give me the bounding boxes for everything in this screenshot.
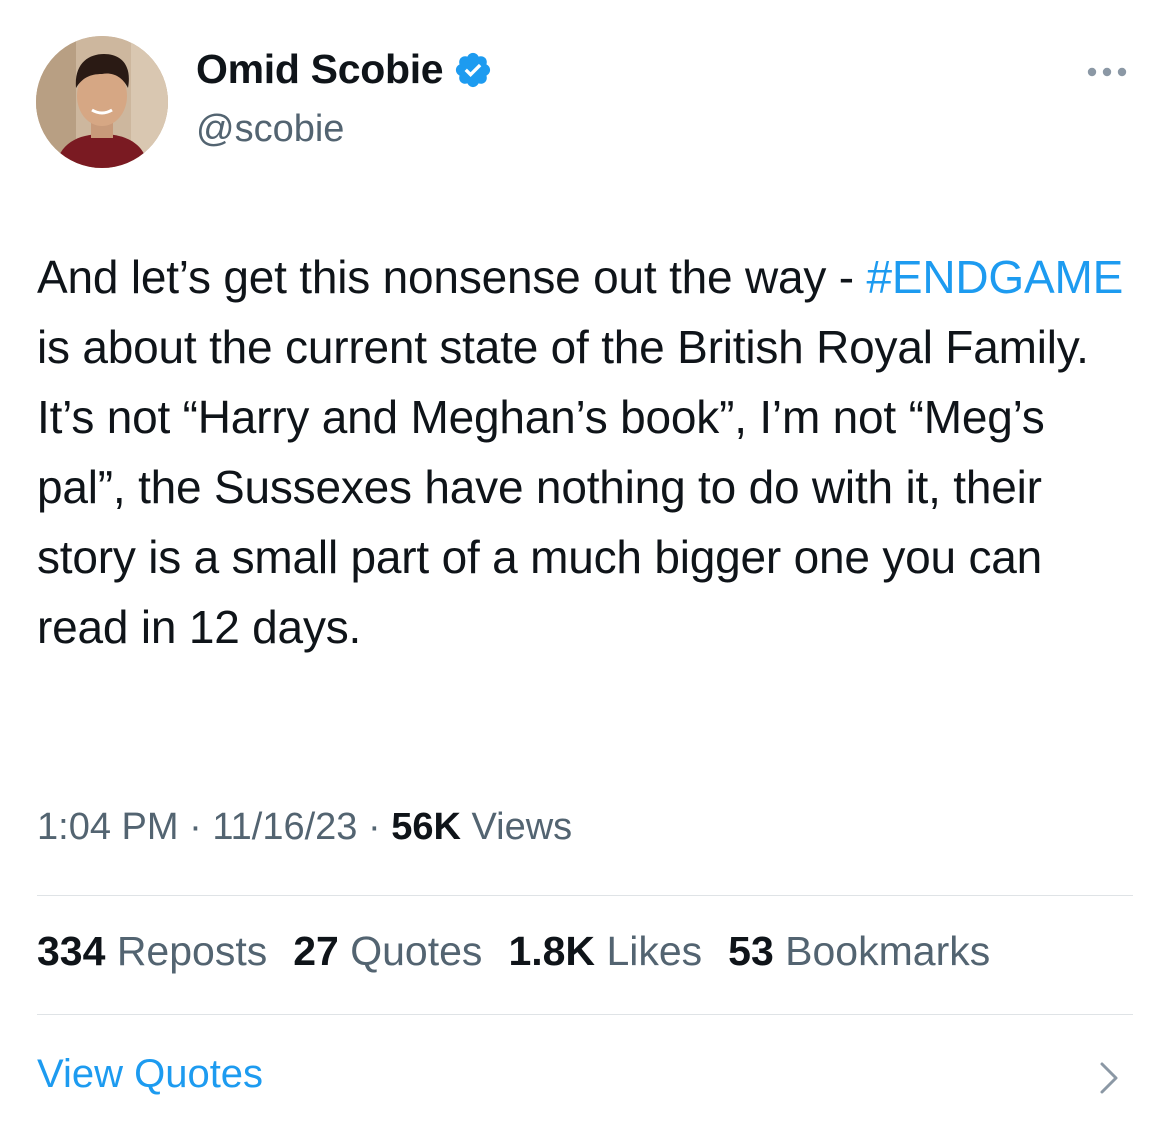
stat-reposts[interactable]: 334 Reposts: [37, 928, 267, 975]
view-quotes-link[interactable]: View Quotes: [37, 1052, 263, 1097]
engagement-stats: 334 Reposts 27 Quotes 1.8K Likes 53 Book…: [37, 928, 990, 975]
profile-avatar-image: [36, 36, 168, 168]
tweet-date[interactable]: 11/16/23: [212, 806, 357, 848]
stat-count: 53: [728, 928, 774, 974]
stat-count: 27: [293, 928, 339, 974]
stat-bookmarks[interactable]: 53 Bookmarks: [728, 928, 990, 975]
tweet-text-part1: And let’s get this nonsense out the way …: [37, 251, 867, 303]
more-options-icon[interactable]: [1084, 60, 1130, 84]
stat-label: Quotes: [338, 928, 483, 974]
divider: [37, 895, 1133, 896]
author-display-name[interactable]: Omid Scobie: [196, 46, 444, 93]
views-count: 56K: [391, 806, 461, 848]
stat-count: 1.8K: [508, 928, 596, 974]
avatar[interactable]: [36, 36, 168, 168]
stat-likes[interactable]: 1.8K Likes: [508, 928, 702, 975]
tweet-text-part2: is about the current state of the Britis…: [37, 321, 1089, 653]
hashtag-link[interactable]: #ENDGAME: [866, 251, 1123, 303]
meta-separator: ·: [178, 806, 213, 848]
author-name-row: Omid Scobie: [196, 46, 493, 93]
stat-quotes[interactable]: 27 Quotes: [293, 928, 482, 975]
tweet-meta: 1:04 PM · 11/16/23 · 56K Views: [37, 806, 572, 849]
stat-label: Bookmarks: [773, 928, 991, 974]
tweet-text: And let’s get this nonsense out the way …: [37, 242, 1137, 662]
stat-count: 334: [37, 928, 106, 974]
tweet-time[interactable]: 1:04 PM: [37, 806, 179, 848]
stat-label: Reposts: [105, 928, 268, 974]
verified-badge-icon[interactable]: [453, 50, 493, 90]
meta-separator: ·: [357, 806, 392, 848]
stat-label: Likes: [595, 928, 703, 974]
author-handle[interactable]: @scobie: [196, 108, 344, 151]
views-label: Views: [460, 806, 573, 848]
divider: [37, 1014, 1133, 1015]
chevron-right-icon[interactable]: [1096, 1060, 1122, 1096]
